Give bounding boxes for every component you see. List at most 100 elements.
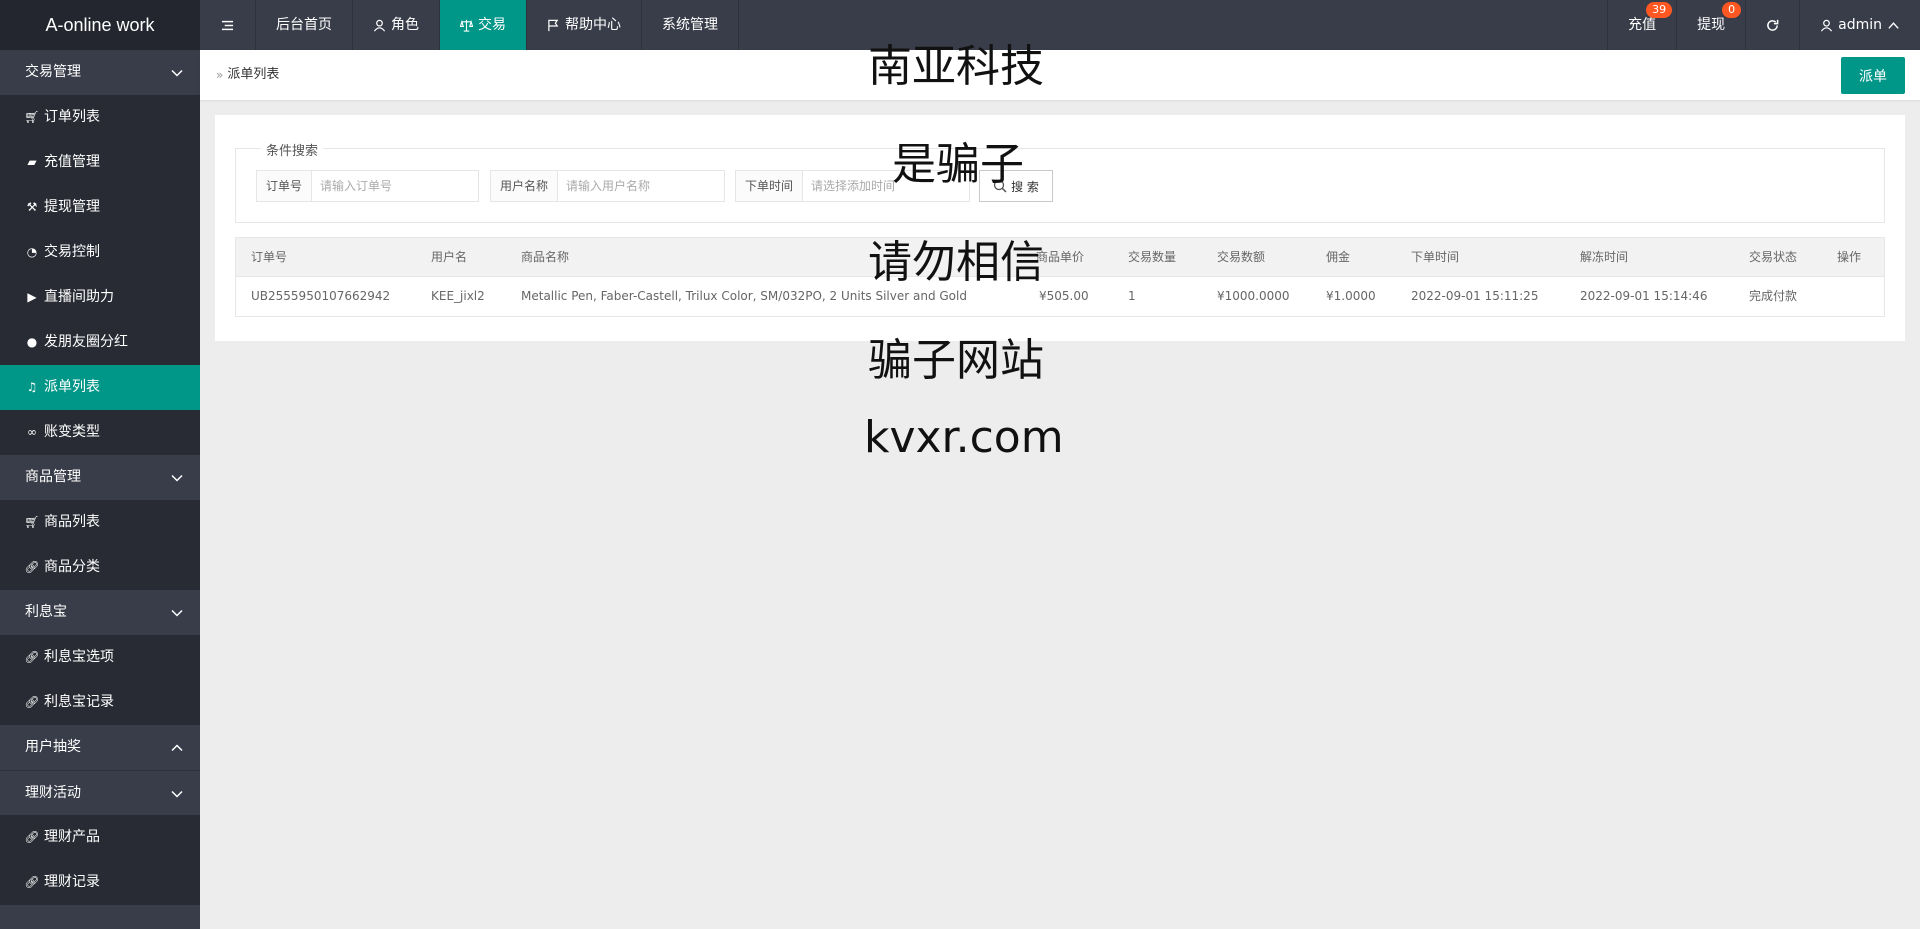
table-header: 订单号 用户名 商品名称 商品单价 交易数量 交易数额 佣金 下单时间 解冻时间… xyxy=(236,238,1884,277)
sidebar-item-label: 充值管理 xyxy=(44,154,100,170)
cell-status: 完成付款 xyxy=(1749,289,1798,303)
nav-help[interactable]: 帮助中心 xyxy=(527,0,642,50)
chevron-up-icon xyxy=(170,725,184,770)
top-header: A-online work 后台首页 角色 交易 帮助中心 系统管理 充值 39… xyxy=(0,0,1920,50)
cell-product-name: Metallic Pen, Faber-Castell, Trilux Colo… xyxy=(521,289,967,303)
order-no-label: 订单号 xyxy=(257,171,313,201)
nav-roles[interactable]: 角色 xyxy=(353,0,440,50)
col-order-no: 订单号 xyxy=(251,250,288,264)
chevron-down-icon xyxy=(170,50,184,95)
col-amount: 交易数额 xyxy=(1217,250,1266,264)
order-no-field: 订单号 xyxy=(256,170,479,202)
withdraw-badge: 0 xyxy=(1722,2,1742,18)
header-right: 充值 39 提现 0 admin xyxy=(1607,0,1920,50)
recharge-link[interactable]: 充值 39 xyxy=(1607,0,1676,50)
col-status: 交易状态 xyxy=(1749,250,1798,264)
user-icon xyxy=(373,19,386,31)
breadcrumb-bar: » 派单列表 派单 xyxy=(200,50,1920,100)
col-unfreeze-time: 解冻时间 xyxy=(1580,250,1629,264)
sidebar-item-withdraw[interactable]: ⚒ 提现管理 xyxy=(0,185,200,230)
sidebar-group-lottery[interactable]: 用户抽奖 xyxy=(0,725,200,770)
search-button[interactable]: 搜 索 xyxy=(979,170,1053,202)
refresh-icon[interactable] xyxy=(1745,0,1799,50)
withdraw-link[interactable]: 提现 0 xyxy=(1676,0,1745,50)
dispatch-button[interactable]: 派单 xyxy=(1841,57,1905,94)
nav-system-label: 系统管理 xyxy=(662,17,718,33)
sidebar-item-interest-options[interactable]: 🔗︎ 利息宝选项 xyxy=(0,635,200,680)
cell-amount: ¥1000.0000 xyxy=(1217,289,1290,303)
breadcrumb: » 派单列表 xyxy=(216,50,279,100)
sidebar-group-label: 用户抽奖 xyxy=(25,739,81,755)
username-label: 用户名称 xyxy=(491,171,559,201)
sidebar-item-trade-control[interactable]: ◔ 交易控制 xyxy=(0,230,200,275)
sidebar-item-label: 商品分类 xyxy=(44,559,100,575)
sidebar-item-product-category[interactable]: 🔗︎ 商品分类 xyxy=(0,545,200,590)
sidebar-item-label: 商品列表 xyxy=(44,514,100,530)
col-commission: 佣金 xyxy=(1326,250,1351,264)
cell-username: KEE_jixl2 xyxy=(431,289,485,303)
search-icon xyxy=(993,179,1007,193)
col-order-time: 下单时间 xyxy=(1411,250,1460,264)
cart-icon: 🛒︎ xyxy=(24,515,40,529)
app-logo: A-online work xyxy=(0,0,200,50)
recharge-badge: 39 xyxy=(1646,2,1673,18)
user-menu[interactable]: admin xyxy=(1799,0,1920,50)
sidebar-item-label: 订单列表 xyxy=(44,109,100,125)
sidebar-item-finance-products[interactable]: 🔗︎ 理财产品 xyxy=(0,815,200,860)
sidebar-group-products[interactable]: 商品管理 xyxy=(0,455,200,500)
nav-home[interactable]: 后台首页 xyxy=(256,0,353,50)
play-icon: ▶ xyxy=(27,290,37,304)
double-chevron-right-icon: » xyxy=(216,68,224,82)
sidebar-item-label: 发朋友圈分红 xyxy=(44,334,128,350)
col-product-name: 商品名称 xyxy=(521,250,570,264)
nav-trade-label: 交易 xyxy=(478,17,506,33)
link-icon: 🔗︎ xyxy=(24,650,40,664)
chevron-up-icon xyxy=(1888,21,1899,29)
sidebar-item-product-list[interactable]: 🛒︎ 商品列表 xyxy=(0,500,200,545)
nav-system[interactable]: 系统管理 xyxy=(642,0,739,50)
sidebar-item-recharge[interactable]: ▰ 充值管理 xyxy=(0,140,200,185)
col-quantity: 交易数量 xyxy=(1128,250,1177,264)
sidebar-group-label: 理财活动 xyxy=(25,785,81,801)
scale-icon xyxy=(460,19,473,32)
user-icon xyxy=(1821,19,1833,31)
sidebar-item-live-assist[interactable]: ▶ 直播间助力 xyxy=(0,275,200,320)
sidebar-item-orders[interactable]: 🛒︎ 订单列表 xyxy=(0,95,200,140)
share-icon: ● xyxy=(26,335,38,349)
sidebar-item-moments-bonus[interactable]: ● 发朋友圈分红 xyxy=(0,320,200,365)
sidebar-item-dispatch-list[interactable]: ♫ 派单列表 xyxy=(0,365,200,410)
cell-order-no: UB2555950107662942 xyxy=(251,289,391,303)
chat-icon: ▰ xyxy=(27,155,37,169)
sidebar-item-label: 利息宝选项 xyxy=(44,649,114,665)
link-icon: 🔗︎ xyxy=(24,830,40,844)
table-row[interactable]: UB2555950107662942 KEE_jixl2 Metallic Pe… xyxy=(236,277,1884,316)
search-fieldset: 条件搜索 订单号 用户名称 下单时间 搜 索 xyxy=(235,140,1885,223)
chevron-down-icon xyxy=(170,590,184,635)
order-no-input[interactable] xyxy=(312,171,478,201)
nav-help-label: 帮助中心 xyxy=(565,17,621,33)
infinity-icon: ∞ xyxy=(27,425,37,439)
link-icon: 🔗︎ xyxy=(24,560,40,574)
cart-icon: 🛒︎ xyxy=(24,110,40,124)
sidebar-group-interest[interactable]: 利息宝 xyxy=(0,590,200,635)
nav-roles-label: 角色 xyxy=(391,17,419,33)
list-card: 条件搜索 订单号 用户名称 下单时间 搜 索 订单号 用户名 商品名 xyxy=(215,115,1905,341)
sidebar-group-label: 利息宝 xyxy=(25,604,67,620)
nav-trade[interactable]: 交易 xyxy=(440,0,527,50)
sidebar-item-balance-types[interactable]: ∞ 账变类型 xyxy=(0,410,200,455)
dispatch-table: 订单号 用户名 商品名称 商品单价 交易数量 交易数额 佣金 下单时间 解冻时间… xyxy=(235,237,1885,317)
sidebar-item-finance-records[interactable]: 🔗︎ 理财记录 xyxy=(0,860,200,905)
sidebar-footer xyxy=(0,905,200,929)
chevron-down-icon xyxy=(170,771,184,816)
order-time-input[interactable] xyxy=(803,171,969,201)
menu-toggle-icon[interactable] xyxy=(200,0,256,50)
cell-quantity: 1 xyxy=(1128,289,1136,303)
username-input[interactable] xyxy=(558,171,724,201)
sidebar-group-trade[interactable]: 交易管理 xyxy=(0,50,200,95)
sidebar-group-finance[interactable]: 理财活动 xyxy=(0,770,200,815)
col-username: 用户名 xyxy=(431,250,468,264)
sidebar-item-interest-records[interactable]: 🔗︎ 利息宝记录 xyxy=(0,680,200,725)
sidebar-item-label: 理财产品 xyxy=(44,829,100,845)
link-icon: 🔗︎ xyxy=(24,695,40,709)
hammer-icon: ⚒ xyxy=(26,200,38,214)
